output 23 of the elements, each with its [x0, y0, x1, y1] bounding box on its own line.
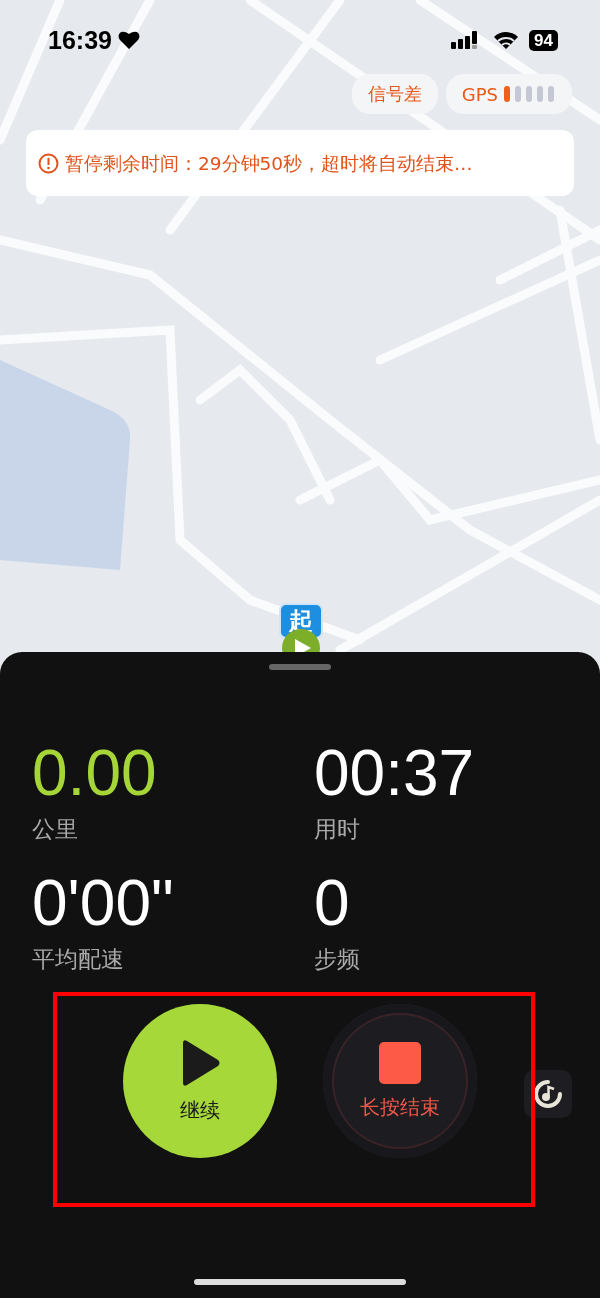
- stat-label: 平均配速: [32, 945, 125, 974]
- drag-handle[interactable]: [269, 664, 331, 670]
- heart-icon: [117, 30, 140, 50]
- stop-button[interactable]: 长按结束: [323, 1004, 477, 1158]
- resume-button[interactable]: 继续: [123, 1004, 277, 1158]
- stop-icon: [379, 1041, 421, 1084]
- signal-status-chip: 信号差: [351, 74, 438, 114]
- stat-value: 0: [314, 868, 351, 938]
- music-button[interactable]: [524, 1070, 572, 1118]
- stat-label: 用时: [314, 815, 361, 844]
- gps-signal-icon: [504, 85, 556, 103]
- stat-label: 公里: [32, 815, 79, 844]
- clock-time: 16:39: [48, 25, 112, 55]
- notice-text: 暂停剩余时间：29分钟50秒，超时将自动结束…: [65, 151, 473, 176]
- home-indicator[interactable]: [194, 1279, 406, 1285]
- stat-label: 步频: [314, 945, 361, 974]
- music-icon: [533, 1079, 563, 1109]
- stat-value: 0'00": [32, 868, 175, 938]
- wifi-icon: [493, 30, 520, 50]
- stat-value: 0.00: [32, 738, 158, 808]
- gps-status-chip: GPS: [445, 74, 572, 114]
- warning-icon: [38, 152, 59, 174]
- stat-value: 00:37: [314, 738, 476, 808]
